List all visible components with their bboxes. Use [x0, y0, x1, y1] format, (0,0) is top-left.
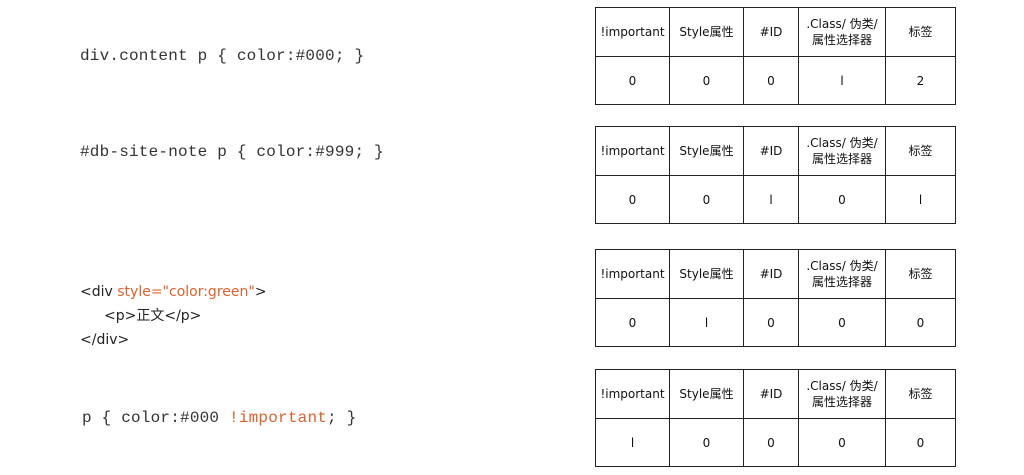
value-tag: l	[885, 175, 956, 224]
specificity-table-2: !important Style属性 #ID .Class/ 伪类/ 属性选择器…	[595, 126, 956, 224]
css-rule-important: p { color:#000 !important; }	[82, 409, 356, 427]
value-tag: 0	[885, 298, 956, 347]
header-tag: 标签	[885, 126, 956, 176]
value-style-attr: l	[669, 298, 744, 347]
header-tag: 标签	[885, 369, 956, 419]
html-p-line: <p>正文</p>	[104, 308, 202, 324]
value-important: 0	[595, 56, 670, 105]
value-id: 0	[743, 298, 799, 347]
html-inline-style-snippet: <div style="color:green"> <p>正文</p> </di…	[80, 280, 267, 352]
table-header-row: !important Style属性 #ID .Class/ 伪类/ 属性选择器…	[595, 7, 956, 57]
header-important: !important	[595, 249, 670, 299]
header-id: #ID	[743, 7, 799, 57]
header-class-pseudo-attr: .Class/ 伪类/ 属性选择器	[798, 249, 886, 299]
html-style-attribute: style="color:green"	[117, 284, 255, 300]
html-div-open-tag-end: >	[254, 284, 267, 300]
css-rule-important-end: ; }	[327, 409, 357, 427]
table-value-row: 0 0 l 0 l	[595, 175, 956, 224]
important-keyword: !important	[229, 409, 328, 427]
header-important: !important	[595, 126, 670, 176]
header-style-attr: Style属性	[669, 249, 744, 299]
header-tag: 标签	[885, 249, 956, 299]
value-style-attr: 0	[669, 418, 744, 467]
header-class-pseudo-attr: .Class/ 伪类/ 属性选择器	[798, 369, 886, 419]
header-class-pseudo-attr: .Class/ 伪类/ 属性选择器	[798, 7, 886, 57]
value-class-pseudo-attr: 0	[798, 418, 886, 467]
css-rule-important-start: p { color:#000	[82, 409, 230, 427]
header-important: !important	[595, 369, 670, 419]
header-id: #ID	[743, 126, 799, 176]
table-header-row: !important Style属性 #ID .Class/ 伪类/ 属性选择器…	[595, 126, 956, 176]
header-style-attr: Style属性	[669, 7, 744, 57]
value-tag: 0	[885, 418, 956, 467]
specificity-table-1: !important Style属性 #ID .Class/ 伪类/ 属性选择器…	[595, 7, 956, 105]
value-important: 0	[595, 298, 670, 347]
header-class-pseudo-attr: .Class/ 伪类/ 属性选择器	[798, 126, 886, 176]
table-value-row: l 0 0 0 0	[595, 418, 956, 467]
table-value-row: 0 0 0 l 2	[595, 56, 956, 105]
header-important: !important	[595, 7, 670, 57]
table-header-row: !important Style属性 #ID .Class/ 伪类/ 属性选择器…	[595, 369, 956, 419]
value-class-pseudo-attr: 0	[798, 298, 886, 347]
html-div-open-line: <div style="color:green">	[80, 280, 267, 304]
value-style-attr: 0	[669, 175, 744, 224]
value-id: 0	[743, 418, 799, 467]
value-important: l	[595, 418, 670, 467]
html-div-open-tag: <div	[80, 284, 118, 300]
header-id: #ID	[743, 249, 799, 299]
specificity-table-3: !important Style属性 #ID .Class/ 伪类/ 属性选择器…	[595, 249, 956, 347]
value-class-pseudo-attr: l	[798, 56, 886, 105]
header-style-attr: Style属性	[669, 126, 744, 176]
header-tag: 标签	[885, 7, 956, 57]
table-header-row: !important Style属性 #ID .Class/ 伪类/ 属性选择器…	[595, 249, 956, 299]
value-id: l	[743, 175, 799, 224]
value-tag: 2	[885, 56, 956, 105]
css-rule-class-selector: div.content p { color:#000; }	[80, 47, 365, 65]
header-style-attr: Style属性	[669, 369, 744, 419]
html-div-close-line: </div>	[80, 332, 130, 348]
css-rule-id-selector: #db-site-note p { color:#999; }	[80, 143, 384, 161]
value-important: 0	[595, 175, 670, 224]
header-id: #ID	[743, 369, 799, 419]
table-value-row: 0 l 0 0 0	[595, 298, 956, 347]
specificity-table-4: !important Style属性 #ID .Class/ 伪类/ 属性选择器…	[595, 369, 956, 467]
value-id: 0	[743, 56, 799, 105]
value-style-attr: 0	[669, 56, 744, 105]
value-class-pseudo-attr: 0	[798, 175, 886, 224]
